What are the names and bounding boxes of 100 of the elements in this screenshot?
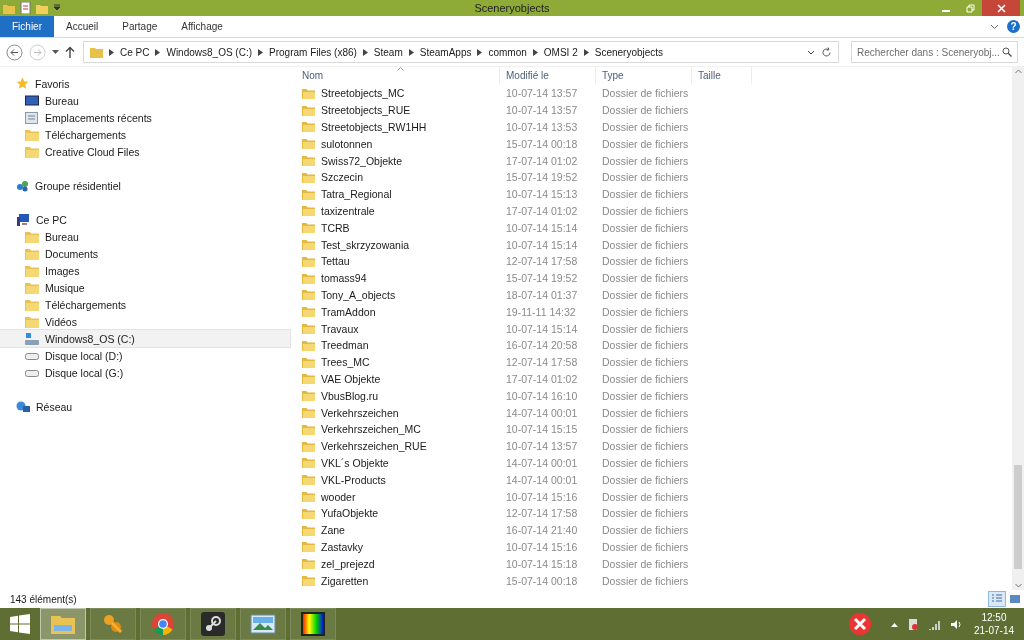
ribbon-tab[interactable]: Partage [110, 16, 170, 37]
file-type: Dossier de fichiers [601, 540, 690, 553]
column-header[interactable]: Nom [296, 67, 500, 84]
chevron-icon[interactable] [477, 48, 483, 56]
search-field[interactable]: Rechercher dans : Sceneryobj... [851, 41, 1018, 63]
nav-group[interactable]: Groupe résidentiel [0, 177, 290, 194]
expand-ribbon-icon[interactable] [990, 23, 999, 30]
file-name[interactable]: Tettau [321, 255, 350, 268]
file-name[interactable]: Swiss72_Objekte [321, 154, 403, 167]
file-name[interactable]: zel_prejezd [321, 557, 375, 570]
file-name[interactable]: Zane [321, 524, 345, 537]
taskbar-colors-button[interactable] [290, 608, 336, 640]
breadcrumb[interactable]: SteamApps [419, 46, 472, 58]
file-name[interactable]: TCRB [321, 221, 350, 234]
file-name[interactable]: VKL´s Objekte [321, 456, 389, 469]
properties-icon[interactable] [20, 2, 31, 14]
nav-item[interactable]: Bureau [0, 228, 290, 245]
modified-date: 10-07-14 15:16 [505, 490, 579, 503]
close-button[interactable] [982, 0, 1020, 16]
dropdown-icon[interactable] [53, 4, 61, 12]
file-name[interactable]: sulotonnen [321, 137, 373, 150]
chevron-icon[interactable] [532, 48, 538, 56]
nav-item[interactable]: Musique [0, 279, 290, 296]
ribbon-tab[interactable]: Accueil [54, 16, 111, 37]
breadcrumb[interactable]: Sceneryobjects [594, 46, 664, 58]
file-type: Dossier de fichiers [601, 507, 690, 520]
file-name[interactable]: Zastavky [321, 540, 363, 553]
file-name[interactable]: Streetobjects_RW1HH [321, 121, 427, 133]
refresh-icon[interactable] [821, 46, 832, 58]
file-name[interactable]: TramAddon [321, 305, 376, 318]
chevron-icon[interactable] [362, 48, 368, 56]
nav-item[interactable]: Windows8_OS (C:) [0, 330, 290, 347]
breadcrumb[interactable]: Ce PC [120, 46, 150, 58]
file-name[interactable]: Verkehrszeichen_MC [321, 423, 421, 436]
file-name[interactable]: wooder [321, 490, 356, 503]
breadcrumb[interactable]: Windows8_OS (C:) [166, 46, 253, 58]
ribbon-tab[interactable]: Fichier [0, 16, 54, 37]
taskbar-photos-button[interactable] [240, 608, 286, 640]
file-name[interactable]: VAE Objekte [321, 372, 381, 385]
up-arrow-icon[interactable] [65, 46, 75, 58]
file-name[interactable]: Tatra_Regional [321, 188, 392, 201]
column-header[interactable]: Modifié le [500, 67, 596, 84]
file-name[interactable]: YufaObjekte [321, 507, 379, 520]
chevron-icon[interactable] [109, 48, 114, 56]
chevron-icon[interactable] [583, 48, 589, 56]
nav-item[interactable]: Images [0, 262, 290, 279]
nav-group[interactable]: Ce PC [0, 211, 290, 228]
volume-icon[interactable] [950, 618, 963, 630]
drive-icon [25, 351, 39, 360]
nav-group[interactable]: Favoris [0, 75, 290, 92]
nav-item[interactable]: Documents [0, 245, 290, 262]
signal-icon[interactable] [927, 618, 941, 630]
file-name[interactable]: VbusBlog.ru [321, 389, 379, 402]
breadcrumb[interactable]: Steam [373, 46, 403, 58]
help-icon[interactable]: ? [1007, 20, 1020, 33]
column-header[interactable]: Type [596, 67, 692, 84]
chevron-icon[interactable] [258, 48, 264, 56]
back-icon[interactable] [6, 43, 23, 61]
caret-icon[interactable] [52, 49, 59, 55]
nav-item[interactable]: Téléchargements [0, 126, 290, 143]
file-name[interactable]: Streetobjects_MC [321, 87, 405, 100]
file-name[interactable]: Tony_A_objects [321, 288, 396, 301]
breadcrumb[interactable]: OMSI 2 [543, 46, 578, 58]
nav-item[interactable]: Disque local (D:) [0, 347, 290, 364]
nav-item[interactable]: Disque local (G:) [0, 364, 290, 381]
show-hidden-icons-icon[interactable] [890, 621, 898, 627]
modified-date: 14-07-14 00:01 [505, 473, 579, 486]
file-name[interactable]: VKL-Products [321, 473, 386, 486]
file-name[interactable]: Trees_MC [321, 356, 370, 369]
ribbon-tab[interactable]: Affichage [169, 16, 235, 37]
chevron-icon[interactable] [155, 48, 161, 56]
nav-item[interactable]: Vidéos [0, 313, 290, 330]
address-bar[interactable]: Ce PC Windows8_OS (C:) Program Files (x86) Steam SteamApps common OMSI 2 Sceneryobjects [83, 41, 839, 63]
file-name[interactable]: tomass94 [321, 272, 367, 285]
nav-item[interactable]: Emplacements récents [0, 109, 290, 126]
scroll-thumb[interactable] [1014, 465, 1022, 569]
file-name[interactable]: Test_skrzyzowania [321, 238, 410, 251]
file-type: Dossier de fichiers [601, 356, 690, 369]
file-name[interactable]: Zigaretten [321, 574, 369, 587]
file-name[interactable]: Szczecin [321, 171, 363, 184]
file-name[interactable]: Streetobjects_RUE [321, 104, 411, 117]
nav-item[interactable]: Bureau [0, 92, 290, 109]
nav-item[interactable]: Téléchargements [0, 296, 290, 313]
file-name[interactable]: taxizentrale [321, 204, 375, 217]
clock[interactable]: 12:50 21-07-14 [967, 611, 1020, 637]
scrollbar[interactable] [1012, 67, 1024, 590]
nav-group[interactable]: Réseau [0, 398, 290, 415]
column-header[interactable]: Taille [692, 67, 752, 84]
modified-date: 16-07-14 20:58 [505, 339, 579, 352]
file-name[interactable]: Verkehrszeichen [321, 406, 399, 419]
file-name[interactable]: Verkehrszeichen_RUE [321, 440, 427, 453]
tray-app-icon[interactable] [847, 612, 872, 636]
dropdown-icon[interactable] [807, 49, 815, 55]
breadcrumb[interactable]: Program Files (x86) [269, 46, 357, 58]
file-name[interactable]: Treedman [321, 339, 369, 352]
nav-item[interactable]: Creative Cloud Files [0, 143, 290, 160]
taskbar-steam-button[interactable] [190, 608, 236, 640]
breadcrumb[interactable]: common [488, 46, 527, 58]
file-name[interactable]: Travaux [321, 322, 359, 335]
chevron-icon[interactable] [408, 48, 414, 56]
